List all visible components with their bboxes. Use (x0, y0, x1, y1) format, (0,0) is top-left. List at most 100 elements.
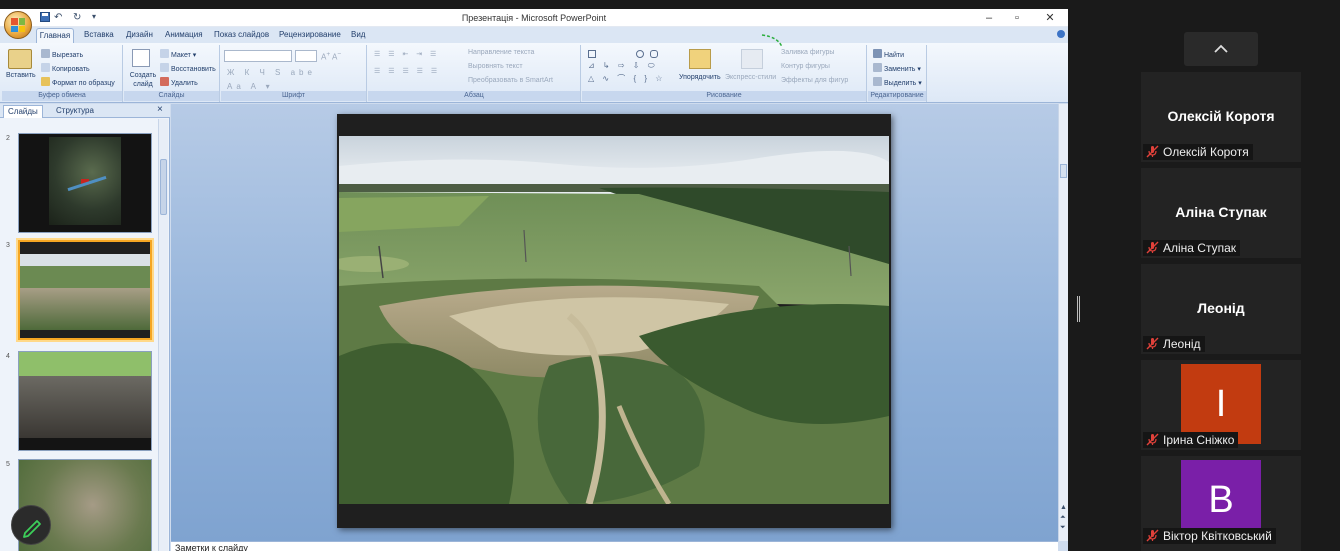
current-slide[interactable] (337, 114, 891, 528)
pen-icon (23, 520, 41, 538)
tab-animation[interactable]: Анимация (165, 30, 203, 39)
shape-outline-button[interactable]: Контур фигуры (781, 63, 830, 70)
slide-thumbnail[interactable] (18, 351, 152, 451)
main-scroll-thumb[interactable] (1060, 164, 1067, 178)
powerpoint-window: ↶ ↻ ▾ Презентація - Microsoft PowerPoint… (0, 9, 1068, 551)
annotate-pen-button[interactable] (11, 505, 51, 545)
help-icon[interactable] (1057, 30, 1065, 38)
participant-tile[interactable]: Леонід Леонід (1141, 264, 1301, 354)
participant-tile[interactable]: І Ірина Сніжко (1141, 360, 1301, 450)
grow-font-icon[interactable]: A+ A− (321, 51, 341, 62)
close-icon[interactable]: ✕ (1043, 11, 1057, 25)
format-painter-label: Формат по образцу (52, 80, 115, 87)
delete-icon (160, 77, 169, 86)
shape-fill-button[interactable]: Заливка фигуры (781, 49, 834, 56)
slide-thumbnail[interactable] (18, 133, 152, 233)
list-buttons[interactable]: ☰ ☰ ⇤ ⇥ ☰ (374, 50, 439, 58)
cut-button[interactable]: Вырезать (41, 49, 83, 59)
participants-scroll-up-button[interactable] (1184, 32, 1258, 66)
tab-review[interactable]: Рецензирование (279, 30, 341, 39)
office-button[interactable] (4, 11, 32, 39)
textbox-shape-icon (588, 50, 596, 58)
shapes-gallery[interactable]: ⊿ ↳ ⇨ ⇩ ⬭ △ ∿ ⌒ { } ☆ (588, 48, 670, 88)
paragraph-group-label: Абзац (368, 91, 580, 101)
paste-icon[interactable] (8, 49, 32, 69)
muted-mic-icon (1146, 433, 1159, 446)
shape-row2-icons: △ ∿ ⌒ { } ☆ (588, 74, 666, 83)
copy-button[interactable]: Копировать (41, 63, 90, 73)
participant-tile[interactable]: Олексій Коротя Олексій Коротя (1141, 72, 1301, 162)
font-color-buttons[interactable]: Aa A ▾ (227, 82, 274, 91)
font-size-input[interactable] (295, 50, 317, 62)
prev-slide-icon[interactable]: ▲ (1060, 504, 1067, 511)
select-label: Выделить (884, 80, 917, 87)
scissors-icon (41, 49, 50, 58)
replace-icon (873, 63, 882, 72)
maximize-icon[interactable]: ▫ (1010, 11, 1024, 25)
participant-display-name: Леонід (1197, 300, 1245, 316)
clipboard-group: Вставить Вырезать Копировать Формат по о… (2, 45, 123, 102)
participant-tile[interactable]: Аліна Ступак Аліна Ступак (1141, 168, 1301, 258)
tab-outline[interactable]: Структура (56, 106, 94, 115)
arrange-icon[interactable] (689, 49, 711, 69)
select-button[interactable]: Выделить ▾ (873, 77, 922, 87)
align-buttons[interactable]: ☰ ☰ ☰ ☰ ☰ (374, 67, 440, 75)
font-name-input[interactable] (224, 50, 292, 62)
tab-slideshow[interactable]: Показ слайдов (214, 30, 269, 39)
main-scrollbar[interactable]: ▲ ⏶ ⏷ (1058, 104, 1068, 541)
tab-design[interactable]: Дизайн (126, 30, 153, 39)
reset-button[interactable]: Восстановить (160, 63, 216, 73)
delete-slide-button[interactable]: Удалить (160, 77, 198, 87)
slide-editing-area (171, 104, 1058, 541)
font-style-buttons[interactable]: Ж К Ч S abe (227, 68, 316, 77)
office-logo-icon (11, 18, 25, 32)
prev-slide-icon[interactable]: ⏶ (1060, 514, 1066, 522)
participant-display-name: Олексій Коротя (1167, 108, 1275, 124)
thumb-band-bottom (20, 330, 150, 338)
participant-name-label: Аліна Ступак (1143, 240, 1241, 256)
next-slide-icon[interactable]: ⏷ (1060, 524, 1066, 532)
rounded-rect-shape-icon (650, 50, 658, 58)
ribbon-tabs: Главная Вставка Дизайн Анимация Показ сл… (0, 27, 1068, 43)
align-text-button[interactable]: Выровнять текст (468, 63, 523, 70)
replace-button[interactable]: Заменить ▾ (873, 63, 921, 73)
tab-insert[interactable]: Вставка (84, 30, 114, 39)
tab-home[interactable]: Главная (36, 28, 74, 43)
participant-tile[interactable]: В Віктор Квітковський (1141, 456, 1301, 551)
quick-styles-button[interactable]: Экспресс-стили (725, 74, 776, 81)
arrange-button[interactable]: Упорядочить (679, 74, 721, 81)
new-slide-button[interactable]: Создать слайд (127, 71, 159, 89)
participant-name-label: Олексій Коротя (1143, 144, 1253, 160)
participant-name: Віктор Квітковський (1163, 529, 1272, 543)
notes-pane[interactable]: Заметки к слайду (171, 541, 1058, 551)
find-button[interactable]: Найти (873, 49, 904, 59)
panel-scrollbar[interactable] (158, 119, 168, 551)
cut-label: Вырезать (52, 52, 84, 59)
participant-name: Леонід (1163, 337, 1201, 351)
paste-button[interactable]: Вставить (6, 72, 36, 79)
new-slide-icon[interactable] (132, 49, 150, 67)
minimize-icon[interactable]: – (982, 11, 996, 25)
participant-name: Олексій Коротя (1163, 145, 1249, 159)
panel-scroll-thumb[interactable] (160, 159, 167, 215)
slide-number: 2 (6, 135, 10, 142)
chevron-up-icon (1214, 44, 1228, 53)
panel-splitter-handle[interactable] (1077, 296, 1080, 322)
format-painter-button[interactable]: Формат по образцу (41, 77, 115, 87)
editing-group: Найти Заменить ▾ Выделить ▾ Редактирован… (868, 45, 927, 102)
reset-label: Восстановить (171, 66, 216, 73)
slide-thumbnail-selected[interactable] (18, 240, 152, 340)
slide-photo-quarry (339, 136, 889, 504)
shape-effects-button[interactable]: Эффекты для фигур (781, 77, 848, 84)
smartart-button[interactable]: Преобразовать в SmartArt (468, 77, 553, 84)
muted-mic-icon (1146, 337, 1159, 350)
panel-close-icon[interactable]: × (157, 104, 163, 115)
tab-view[interactable]: Вид (351, 30, 365, 39)
thumb-sky (20, 254, 150, 266)
text-direction-button[interactable]: Направление текста (468, 49, 534, 56)
thumb-excavation (19, 376, 151, 438)
layout-button[interactable]: Макет ▾ (160, 49, 196, 59)
quick-styles-icon[interactable] (741, 49, 763, 69)
thumb-grass (19, 352, 151, 376)
tab-slides[interactable]: Слайды (3, 105, 43, 118)
